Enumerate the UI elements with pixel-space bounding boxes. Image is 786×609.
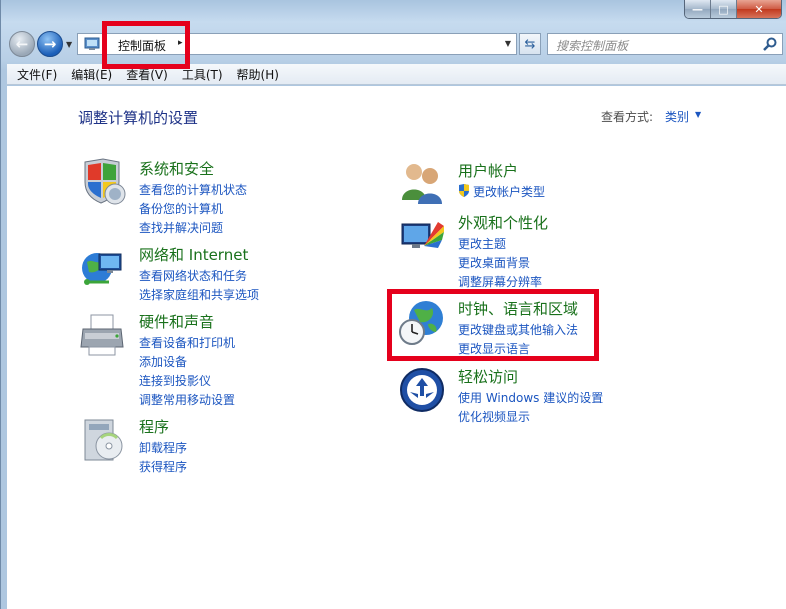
- link-connect-projector[interactable]: 连接到投影仪: [139, 372, 235, 391]
- clock-globe-icon: [399, 301, 443, 345]
- breadcrumb-chevron-icon[interactable]: ▸: [178, 38, 183, 48]
- programs-icon: [84, 419, 123, 461]
- refresh-icon: ⇆: [524, 36, 536, 52]
- uac-shield-icon: [459, 184, 469, 197]
- back-button[interactable]: ←: [9, 31, 35, 57]
- menu-view[interactable]: 查看(V): [119, 66, 175, 83]
- category-title[interactable]: 网络和 Internet: [139, 244, 248, 265]
- users-icon: [402, 164, 442, 204]
- view-by-chevron-icon[interactable]: ▼: [695, 110, 701, 119]
- link-troubleshoot[interactable]: 查找并解决问题: [139, 219, 247, 238]
- window-frame: — □ ✕ ← → ▼ 控制面板 ▸ ▼ ⇆ 搜索控制面板 文件(F) 编辑(E…: [0, 0, 786, 609]
- category-title[interactable]: 系统和安全: [139, 158, 214, 179]
- page-title: 调整计算机的设置: [78, 109, 199, 127]
- breadcrumb-control-panel[interactable]: 控制面板: [118, 37, 166, 54]
- link-homegroup-sharing[interactable]: 选择家庭组和共享选项: [139, 286, 259, 305]
- link-change-desktop-background[interactable]: 更改桌面背景: [458, 254, 542, 273]
- link-backup-computer[interactable]: 备份您的计算机: [139, 200, 247, 219]
- link-change-display-language[interactable]: 更改显示语言: [458, 340, 578, 359]
- printer-icon: [80, 314, 124, 356]
- close-button[interactable]: ✕: [737, 0, 781, 18]
- link-change-account-type[interactable]: 更改帐户类型: [458, 183, 545, 202]
- link-change-keyboard-input[interactable]: 更改键盘或其他输入法: [458, 321, 578, 340]
- ease-of-access-icon: [400, 368, 444, 412]
- minimize-button[interactable]: —: [685, 0, 711, 18]
- search-icon[interactable]: [762, 36, 778, 52]
- recent-pages-dropdown[interactable]: ▼: [66, 40, 72, 49]
- category-title[interactable]: 外观和个性化: [458, 212, 548, 233]
- network-icon: [82, 253, 122, 285]
- address-dropdown-icon[interactable]: ▼: [505, 39, 511, 48]
- menu-bar: 文件(F) 编辑(E) 查看(V) 工具(T) 帮助(H): [7, 64, 786, 85]
- refresh-button[interactable]: ⇆: [519, 33, 541, 55]
- category-title[interactable]: 时钟、语言和区域: [458, 298, 578, 319]
- control-panel-icon: [84, 37, 100, 50]
- control-panel-content: 调整计算机的设置 查看方式: 类别 ▼ 系统和安全 查看您的计算机状态 备份您的…: [7, 86, 786, 609]
- menu-edit[interactable]: 编辑(E): [64, 66, 119, 83]
- link-view-computer-status[interactable]: 查看您的计算机状态: [139, 181, 247, 200]
- maximize-button[interactable]: □: [711, 0, 737, 18]
- appearance-icon: [401, 222, 444, 248]
- menu-help[interactable]: 帮助(H): [230, 66, 286, 83]
- link-screen-resolution[interactable]: 调整屏幕分辨率: [458, 273, 542, 292]
- back-arrow-icon: ←: [15, 35, 29, 53]
- link-network-status[interactable]: 查看网络状态和任务: [139, 267, 259, 286]
- category-title[interactable]: 用户帐户: [458, 160, 518, 181]
- forward-arrow-icon: →: [43, 35, 57, 53]
- navigation-bar: ← → ▼ 控制面板 ▸ ▼ ⇆ 搜索控制面板: [7, 28, 783, 62]
- link-get-programs[interactable]: 获得程序: [139, 458, 187, 477]
- category-title[interactable]: 程序: [139, 416, 169, 437]
- link-recommended-settings[interactable]: 使用 Windows 建议的设置: [458, 389, 603, 408]
- menu-file[interactable]: 文件(F): [10, 66, 64, 83]
- search-placeholder: 搜索控制面板: [556, 39, 629, 53]
- link-add-device[interactable]: 添加设备: [139, 353, 235, 372]
- category-title[interactable]: 硬件和声音: [139, 311, 214, 332]
- search-input[interactable]: 搜索控制面板: [547, 33, 783, 55]
- forward-button[interactable]: →: [37, 31, 63, 57]
- view-by-dropdown[interactable]: 类别: [665, 108, 689, 125]
- link-change-account-type-label: 更改帐户类型: [473, 185, 546, 199]
- link-change-theme[interactable]: 更改主题: [458, 235, 542, 254]
- window-controls: — □ ✕: [684, 0, 782, 19]
- address-bar[interactable]: 控制面板 ▸ ▼: [77, 33, 517, 55]
- category-title[interactable]: 轻松访问: [458, 366, 518, 387]
- view-by-label: 查看方式:: [601, 110, 654, 124]
- shield-icon: [84, 158, 126, 205]
- link-mobility-settings[interactable]: 调整常用移动设置: [139, 391, 235, 410]
- link-optimize-video[interactable]: 优化视频显示: [458, 408, 603, 427]
- link-uninstall-program[interactable]: 卸载程序: [139, 439, 187, 458]
- link-devices-printers[interactable]: 查看设备和打印机: [139, 334, 235, 353]
- menu-tools[interactable]: 工具(T): [175, 66, 230, 83]
